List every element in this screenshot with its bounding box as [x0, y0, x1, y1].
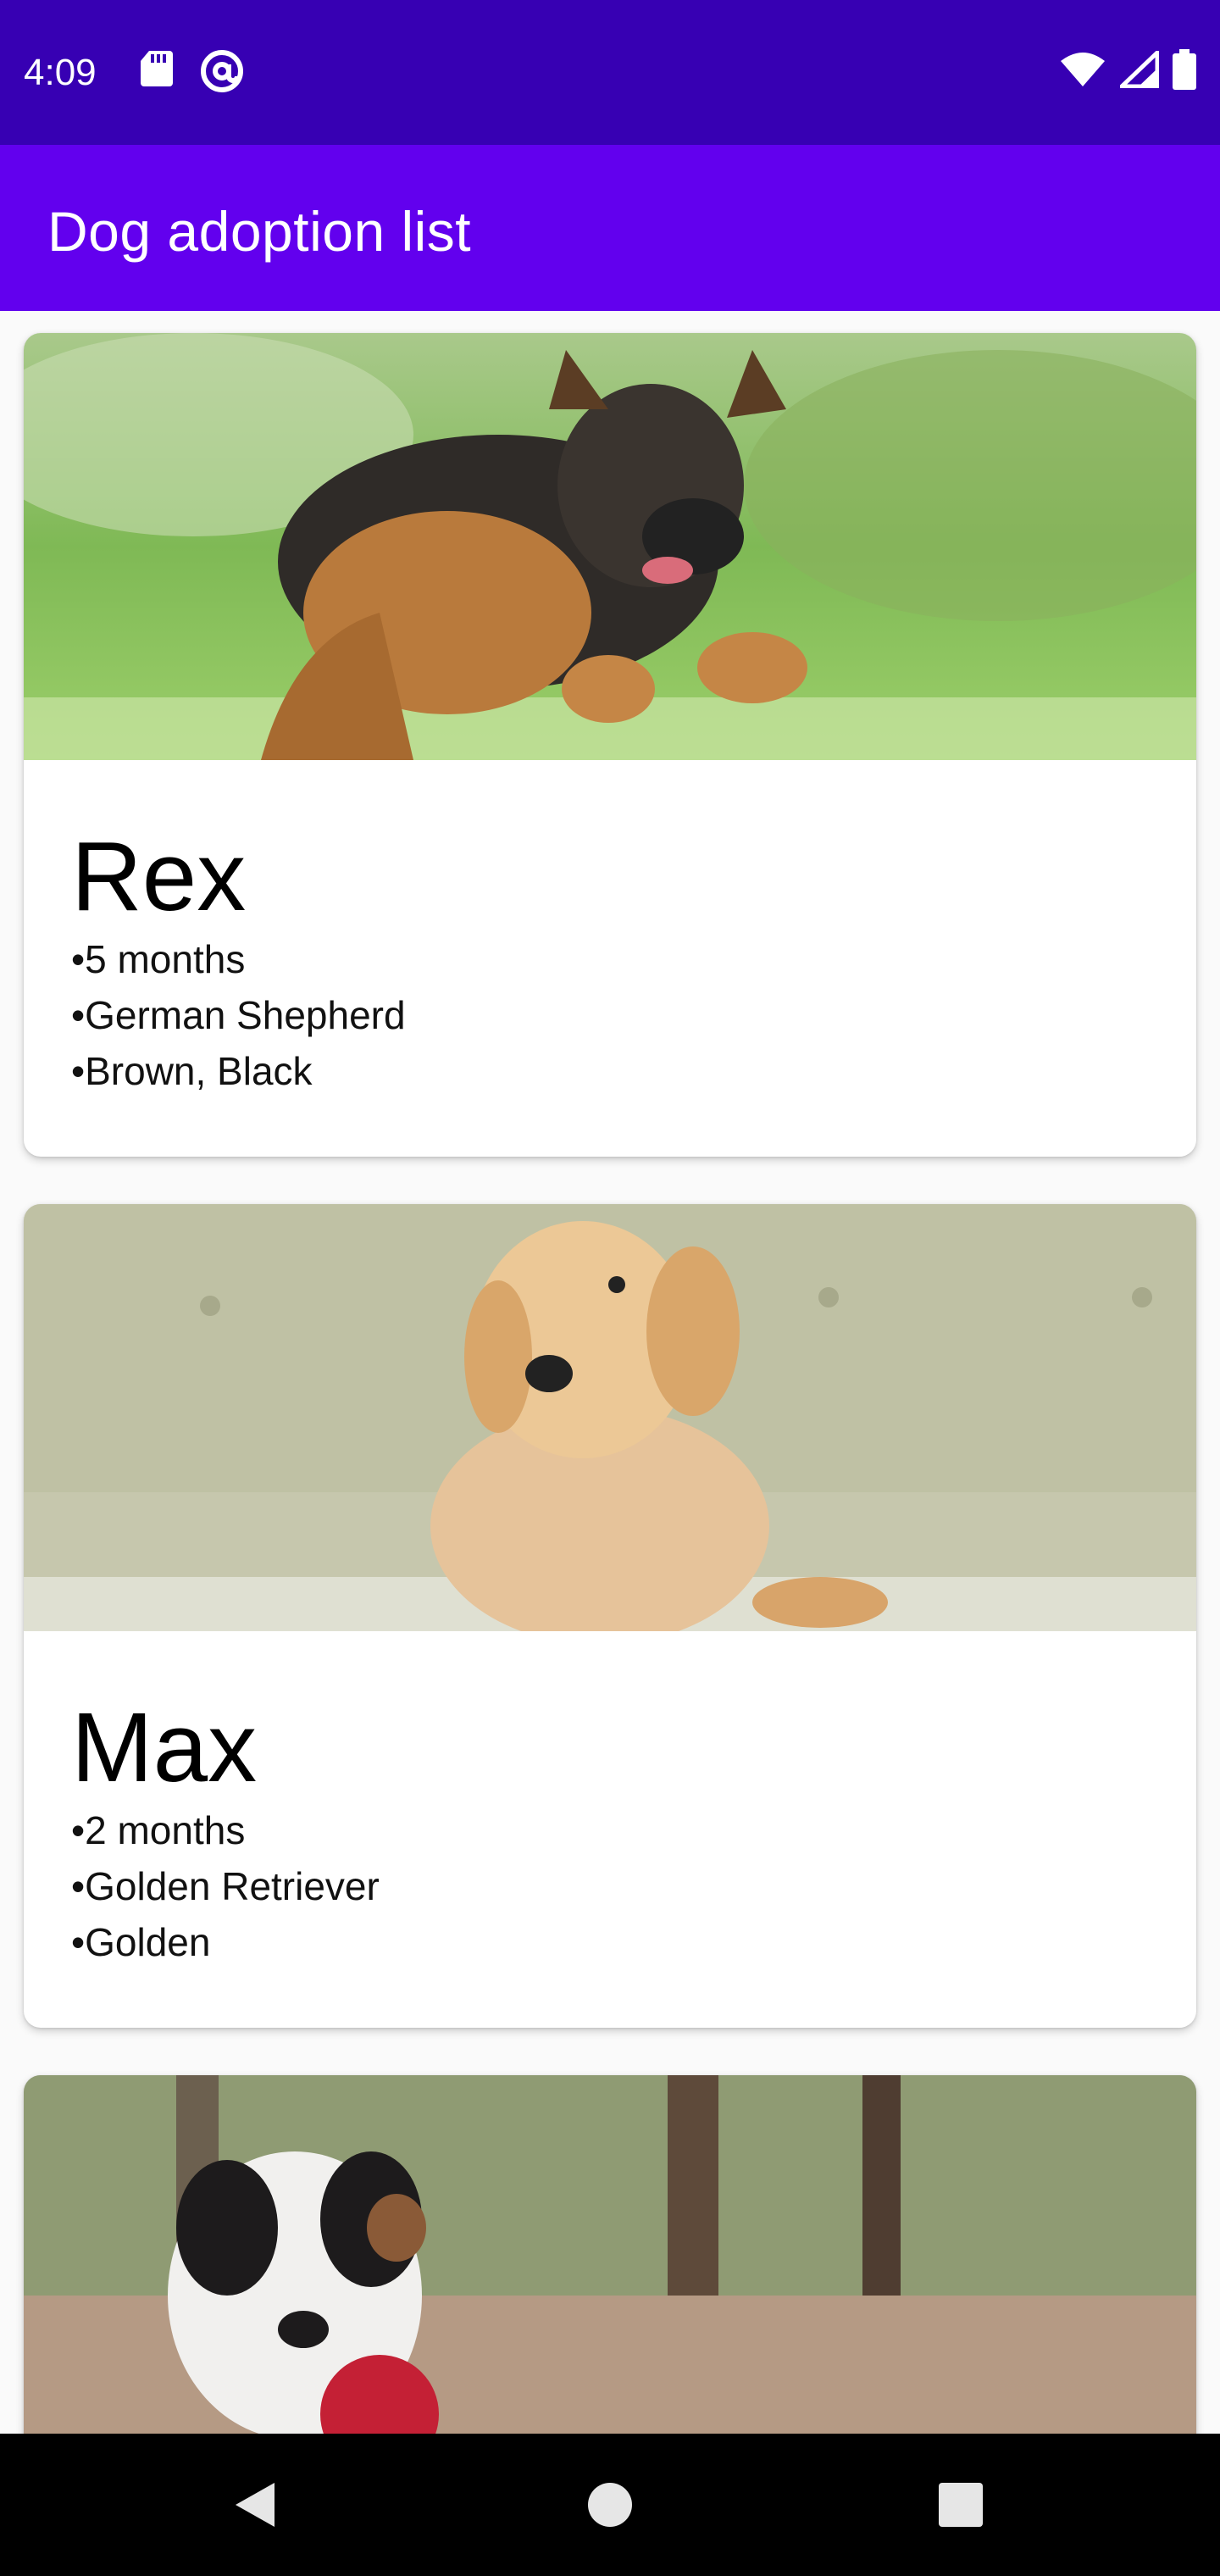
dog-color: Brown, Black: [71, 1043, 1196, 1099]
dog-photo: [24, 333, 1196, 760]
battery-icon: [1173, 49, 1196, 94]
sd-card-icon: [139, 49, 175, 97]
dog-card[interactable]: Rex 5 months German Shepherd Brown, Blac…: [24, 333, 1196, 1157]
at-sign-icon: [200, 49, 244, 97]
dog-age: 2 months: [71, 1802, 1196, 1858]
app-bar: Dog adoption list: [0, 145, 1220, 311]
dog-breed: German Shepherd: [71, 987, 1196, 1043]
dog-age: 5 months: [71, 931, 1196, 987]
dog-card[interactable]: [24, 2075, 1196, 2434]
back-icon[interactable]: [224, 2474, 285, 2535]
dog-name: Rex: [71, 821, 247, 931]
dog-color: Golden: [71, 1914, 1196, 1970]
home-icon[interactable]: [580, 2474, 640, 2535]
dog-breed: Golden Retriever: [71, 1858, 1196, 1914]
dog-photo: [24, 2075, 1196, 2434]
wifi-icon: [1059, 51, 1106, 92]
recents-icon[interactable]: [930, 2474, 991, 2535]
status-bar: 4:09: [0, 0, 1220, 145]
dog-name: Max: [71, 1692, 258, 1802]
navigation-bar: [0, 2434, 1220, 2576]
signal-icon: [1116, 47, 1160, 92]
dog-photo: [24, 1204, 1196, 1631]
dog-list[interactable]: Rex 5 months German Shepherd Brown, Blac…: [0, 311, 1220, 2434]
page-title: Dog adoption list: [47, 200, 472, 263]
status-time: 4:09: [24, 52, 97, 93]
dog-card[interactable]: Max 2 months Golden Retriever Golden: [24, 1204, 1196, 2028]
